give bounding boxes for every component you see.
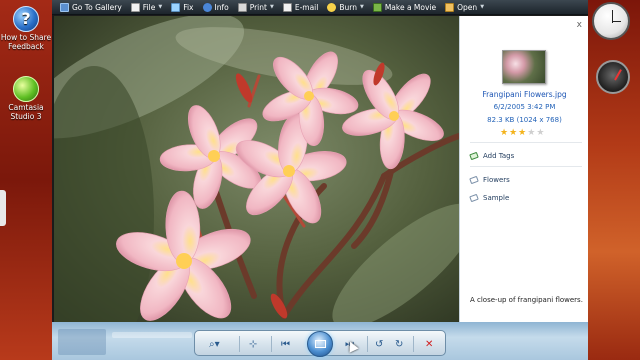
- file-name[interactable]: Frangipani Flowers.jpg: [460, 90, 589, 99]
- camtasia-icon: [13, 76, 39, 102]
- toolbar-label: Go To Gallery: [72, 2, 122, 12]
- email-button[interactable]: E-mail: [281, 0, 326, 15]
- sidebar-handle[interactable]: [0, 190, 6, 226]
- star-icon[interactable]: ★: [500, 128, 508, 138]
- taskbar-thumbnail: [58, 329, 106, 355]
- desktop-right-strip: [588, 0, 640, 360]
- add-tags-label: Add Tags: [483, 152, 515, 160]
- chevron-down-icon: ▼: [158, 4, 163, 10]
- clock-hand: [612, 21, 621, 22]
- tag-item[interactable]: Flowers: [469, 175, 510, 185]
- chevron-down-icon: ▼: [269, 4, 274, 10]
- slideshow-screen-glyph: [314, 340, 326, 348]
- chevron-down-icon: ▼: [480, 4, 485, 10]
- fix-button[interactable]: Fix: [169, 0, 200, 15]
- fit-window-icon[interactable]: ⊹: [249, 334, 257, 354]
- toolbar: Go To Gallery File ▼ Fix Info Print ▼ E-…: [52, 0, 588, 15]
- gallery-icon: [60, 2, 69, 12]
- photo-caption[interactable]: A close-up of frangipani flowers.: [470, 296, 586, 305]
- taskbar-label-ghost: [112, 332, 192, 338]
- desktop-icon-label: How to Share Feedback: [0, 33, 52, 51]
- burn-menu-button[interactable]: Burn ▼: [325, 0, 370, 15]
- previous-icon[interactable]: ⏮: [281, 334, 290, 354]
- file-icon: [130, 2, 140, 12]
- email-icon: [282, 2, 292, 12]
- chevron-down-icon: ▼: [359, 4, 364, 10]
- toolbar-label: Make a Movie: [384, 2, 437, 12]
- fix-icon: [171, 2, 181, 12]
- playback-control-bar: ⌕▾ ⊹ ⏮ ⏭ ↺ ↻ ✕: [194, 330, 446, 357]
- toolbar-label: Fix: [183, 2, 194, 12]
- movie-icon: [372, 2, 382, 12]
- toolbar-label: E-mail: [294, 2, 319, 12]
- info-button[interactable]: Info: [201, 0, 236, 15]
- tag-item[interactable]: Sample: [469, 193, 510, 203]
- tag-icon: [469, 193, 479, 203]
- meter-needle: [614, 69, 622, 81]
- photo-viewer-window: Go To Gallery File ▼ Fix Info Print ▼ E-…: [52, 0, 588, 360]
- toolbar-label: Open: [457, 2, 478, 12]
- help-icon: ?: [13, 6, 39, 32]
- file-date-time[interactable]: 6/2/2005 3:42 PM: [460, 103, 589, 111]
- desktop-left-strip: ? How to Share Feedback Camtasia Studio …: [0, 0, 52, 360]
- zoom-icon[interactable]: ⌕▾: [209, 334, 220, 354]
- frangipani-photo: [54, 16, 459, 322]
- star-icon[interactable]: ★: [518, 128, 526, 138]
- info-icon: [202, 2, 212, 12]
- desktop-icon-label: Camtasia Studio 3: [8, 103, 44, 121]
- burn-icon: [327, 2, 337, 12]
- add-tags-button[interactable]: Add Tags: [469, 151, 515, 161]
- photo-thumbnail: [502, 50, 546, 84]
- file-size: 82.3 KB (1024 x 768): [487, 116, 562, 124]
- print-icon: [237, 2, 247, 12]
- photo-canvas[interactable]: [54, 16, 459, 322]
- rotate-cw-icon[interactable]: ↻: [395, 334, 403, 354]
- rotate-ccw-icon[interactable]: ↺: [375, 334, 383, 354]
- star-icon[interactable]: ★: [509, 128, 517, 138]
- star-icon[interactable]: ★: [527, 128, 535, 138]
- desktop-icon-share-feedback[interactable]: ? How to Share Feedback: [0, 6, 52, 51]
- print-menu-button[interactable]: Print ▼: [236, 0, 281, 15]
- clock-gadget-icon[interactable]: [592, 2, 630, 40]
- open-icon: [445, 2, 455, 12]
- divider: [239, 336, 240, 352]
- add-tag-icon: [469, 151, 479, 161]
- make-a-movie-button[interactable]: Make a Movie: [371, 0, 443, 15]
- divider: [367, 336, 368, 352]
- desktop-icon-camtasia[interactable]: Camtasia Studio 3: [0, 76, 52, 121]
- divider: [470, 166, 582, 167]
- tag-label: Flowers: [483, 176, 510, 184]
- tag-icon: [469, 175, 479, 185]
- cpu-meter-gadget-icon[interactable]: [596, 60, 630, 94]
- bottom-control-area: ⌕▾ ⊹ ⏮ ⏭ ↺ ↻ ✕: [52, 322, 588, 360]
- toolbar-label: Print: [249, 2, 267, 12]
- divider: [271, 336, 272, 352]
- toolbar-label: Burn: [339, 2, 357, 12]
- close-icon[interactable]: x: [577, 20, 582, 30]
- file-menu-button[interactable]: File ▼: [129, 0, 169, 15]
- star-rating[interactable]: ★ ★ ★ ★ ★: [500, 128, 544, 138]
- open-menu-button[interactable]: Open ▼: [443, 0, 491, 15]
- toolbar-label: File: [142, 2, 156, 12]
- info-pane: x Frangipani Flowers.jpg 6/2/2005 3:42 P…: [459, 16, 588, 322]
- divider: [413, 336, 414, 352]
- slideshow-icon[interactable]: [307, 331, 333, 357]
- toolbar-label: Info: [214, 2, 229, 12]
- divider: [470, 142, 582, 143]
- tag-label: Sample: [483, 194, 510, 202]
- star-icon[interactable]: ★: [536, 128, 544, 138]
- delete-icon[interactable]: ✕: [425, 334, 433, 354]
- go-to-gallery-button[interactable]: Go To Gallery: [58, 0, 129, 15]
